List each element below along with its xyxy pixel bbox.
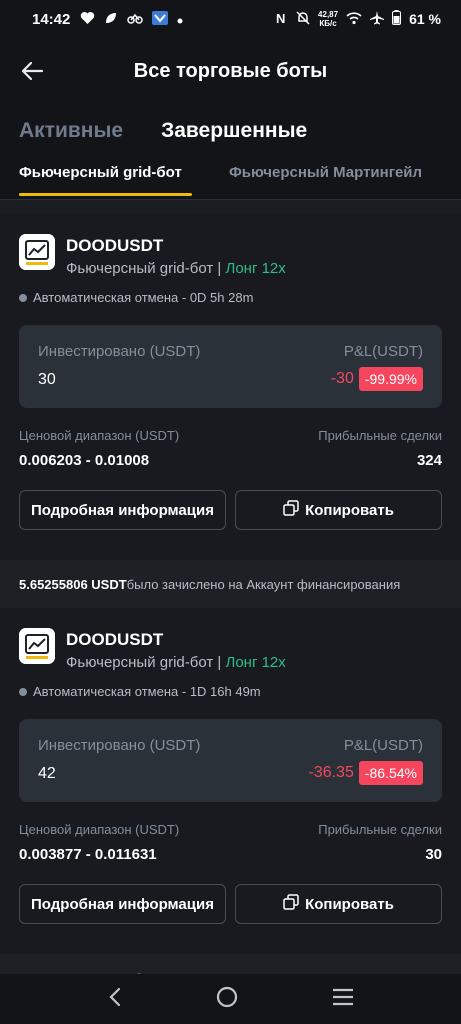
page-title: Все торговые боты <box>133 59 328 82</box>
auto-cancel-line: Автоматическая отмена - 1D 16h 49m <box>19 684 261 699</box>
pnl-group: -36.35 -86.54% <box>308 761 423 785</box>
nav-recents-icon[interactable] <box>332 988 354 1011</box>
bot-card: DOODUSDT Фьючерсный grid-бот | Лонг 12x … <box>0 214 461 560</box>
system-nav-bar <box>0 974 461 1024</box>
nav-home-icon[interactable] <box>216 986 238 1013</box>
separator: | <box>217 654 222 671</box>
tab-active[interactable]: Активные <box>19 119 123 143</box>
invested-label: Инвестировано (USDT) <box>38 737 201 754</box>
bot-card: DOODUSDT Фьючерсный grid-бот | Лонг 12x … <box>0 608 461 954</box>
nfc-icon: N <box>276 11 288 28</box>
credit-text: было зачислено на Аккаунт финансирования <box>126 576 401 592</box>
pnl-group: -30 -99.99% <box>331 367 423 391</box>
profitable-trades-value: 30 <box>425 846 442 863</box>
leaf-icon <box>104 11 118 28</box>
price-range-label: Ценовой диапазон (USDT) <box>19 428 180 443</box>
auto-cancel-text: Автоматическая отмена - 1D 16h 49m <box>33 684 261 699</box>
copy-button[interactable]: Копировать <box>235 490 442 530</box>
header: Все торговые боты <box>0 38 461 104</box>
bot-direction: Лонг 12x <box>225 260 286 277</box>
profitable-trades-label: Прибыльные сделки <box>318 822 442 837</box>
profitable-trades-label: Прибыльные сделки <box>318 428 442 443</box>
copy-icon <box>283 894 299 914</box>
auto-cancel-text: Автоматическая отмена - 0D 5h 28m <box>33 290 254 305</box>
battery-percent: 61 % <box>409 11 441 27</box>
chart-icon <box>19 628 55 664</box>
price-range-label: Ценовой диапазон (USDT) <box>19 822 180 837</box>
dot-icon <box>177 12 183 27</box>
status-bar: 14:42 N 42,87 КБ/с 61 % <box>0 0 461 38</box>
status-time: 14:42 <box>32 10 71 28</box>
app-badge-icon <box>152 10 169 28</box>
details-button-label: Подробная информация <box>31 895 214 913</box>
bot-type: Фьючерсный grid-бот <box>66 654 214 671</box>
auto-cancel-line: Автоматическая отмена - 0D 5h 28m <box>19 290 253 305</box>
speed-unit: КБ/с <box>319 19 337 28</box>
copy-button[interactable]: Копировать <box>235 884 442 924</box>
chart-icon <box>19 234 55 270</box>
bot-type-line: Фьючерсный grid-бот | Лонг 12x <box>66 654 286 671</box>
bot-type: Фьючерсный grid-бот <box>66 260 214 277</box>
airplane-icon <box>370 10 385 28</box>
investment-box: Инвестировано (USDT) P&L(USDT) 42 -36.35… <box>19 719 442 802</box>
investment-box: Инвестировано (USDT) P&L(USDT) 30 -30 -9… <box>19 325 442 408</box>
price-range-value: 0.006203 - 0.01008 <box>19 452 150 469</box>
separator: | <box>217 260 222 277</box>
heart-icon <box>80 11 95 28</box>
main-tabs: Активные Завершенные <box>0 104 461 158</box>
tab-futures-grid-bot[interactable]: Фьючерсный grid-бот <box>19 158 182 181</box>
nav-back-icon[interactable] <box>107 987 123 1012</box>
battery-icon <box>392 10 402 28</box>
svg-text:N: N <box>276 11 285 25</box>
profitable-trades-value: 324 <box>416 452 442 469</box>
sub-tabs: Фьючерсный grid-бот Фьючерсный Мартингей… <box>0 158 461 200</box>
status-dot-icon <box>19 687 27 696</box>
credit-amount: 5.65255806 USDT <box>19 576 127 592</box>
credit-notice: 5.65255806 USDT было зачислено на Аккаун… <box>0 560 461 608</box>
invested-value: 42 <box>38 765 56 782</box>
pnl-value: -30 <box>330 370 354 387</box>
divider <box>0 200 461 214</box>
bot-symbol: DOODUSDT <box>66 236 164 255</box>
pnl-label: P&L(USDT) <box>343 343 423 360</box>
details-button-label: Подробная информация <box>31 501 214 519</box>
tab-futures-martingale[interactable]: Фьючерсный Мартингейл <box>229 158 422 181</box>
speed-value: 42,87 <box>318 10 339 19</box>
bot-type-line: Фьючерсный grid-бот | Лонг 12x <box>66 260 286 277</box>
pnl-percent-badge: -99.99% <box>358 367 423 391</box>
price-range-value: 0.003877 - 0.011631 <box>19 846 157 863</box>
copy-icon <box>283 500 299 520</box>
invested-label: Инвестировано (USDT) <box>38 343 201 360</box>
wifi-icon <box>346 11 362 28</box>
status-dot-icon <box>19 293 27 302</box>
details-button[interactable]: Подробная информация <box>19 490 226 530</box>
invested-value: 30 <box>38 371 56 388</box>
network-speed: 42,87 КБ/с <box>318 10 338 28</box>
active-tab-indicator <box>19 193 192 196</box>
mute-icon <box>296 10 310 28</box>
pnl-value: -36.35 <box>308 764 354 781</box>
details-button[interactable]: Подробная информация <box>19 884 226 924</box>
tab-completed[interactable]: Завершенные <box>161 119 307 143</box>
bot-direction: Лонг 12x <box>225 654 286 671</box>
bot-symbol: DOODUSDT <box>66 630 164 649</box>
back-arrow-icon[interactable] <box>20 58 46 84</box>
copy-button-label: Копировать <box>305 895 394 913</box>
bike-icon <box>127 11 144 28</box>
pnl-label: P&L(USDT) <box>343 737 423 754</box>
pnl-percent-badge: -86.54% <box>358 761 423 785</box>
copy-button-label: Копировать <box>305 501 394 519</box>
